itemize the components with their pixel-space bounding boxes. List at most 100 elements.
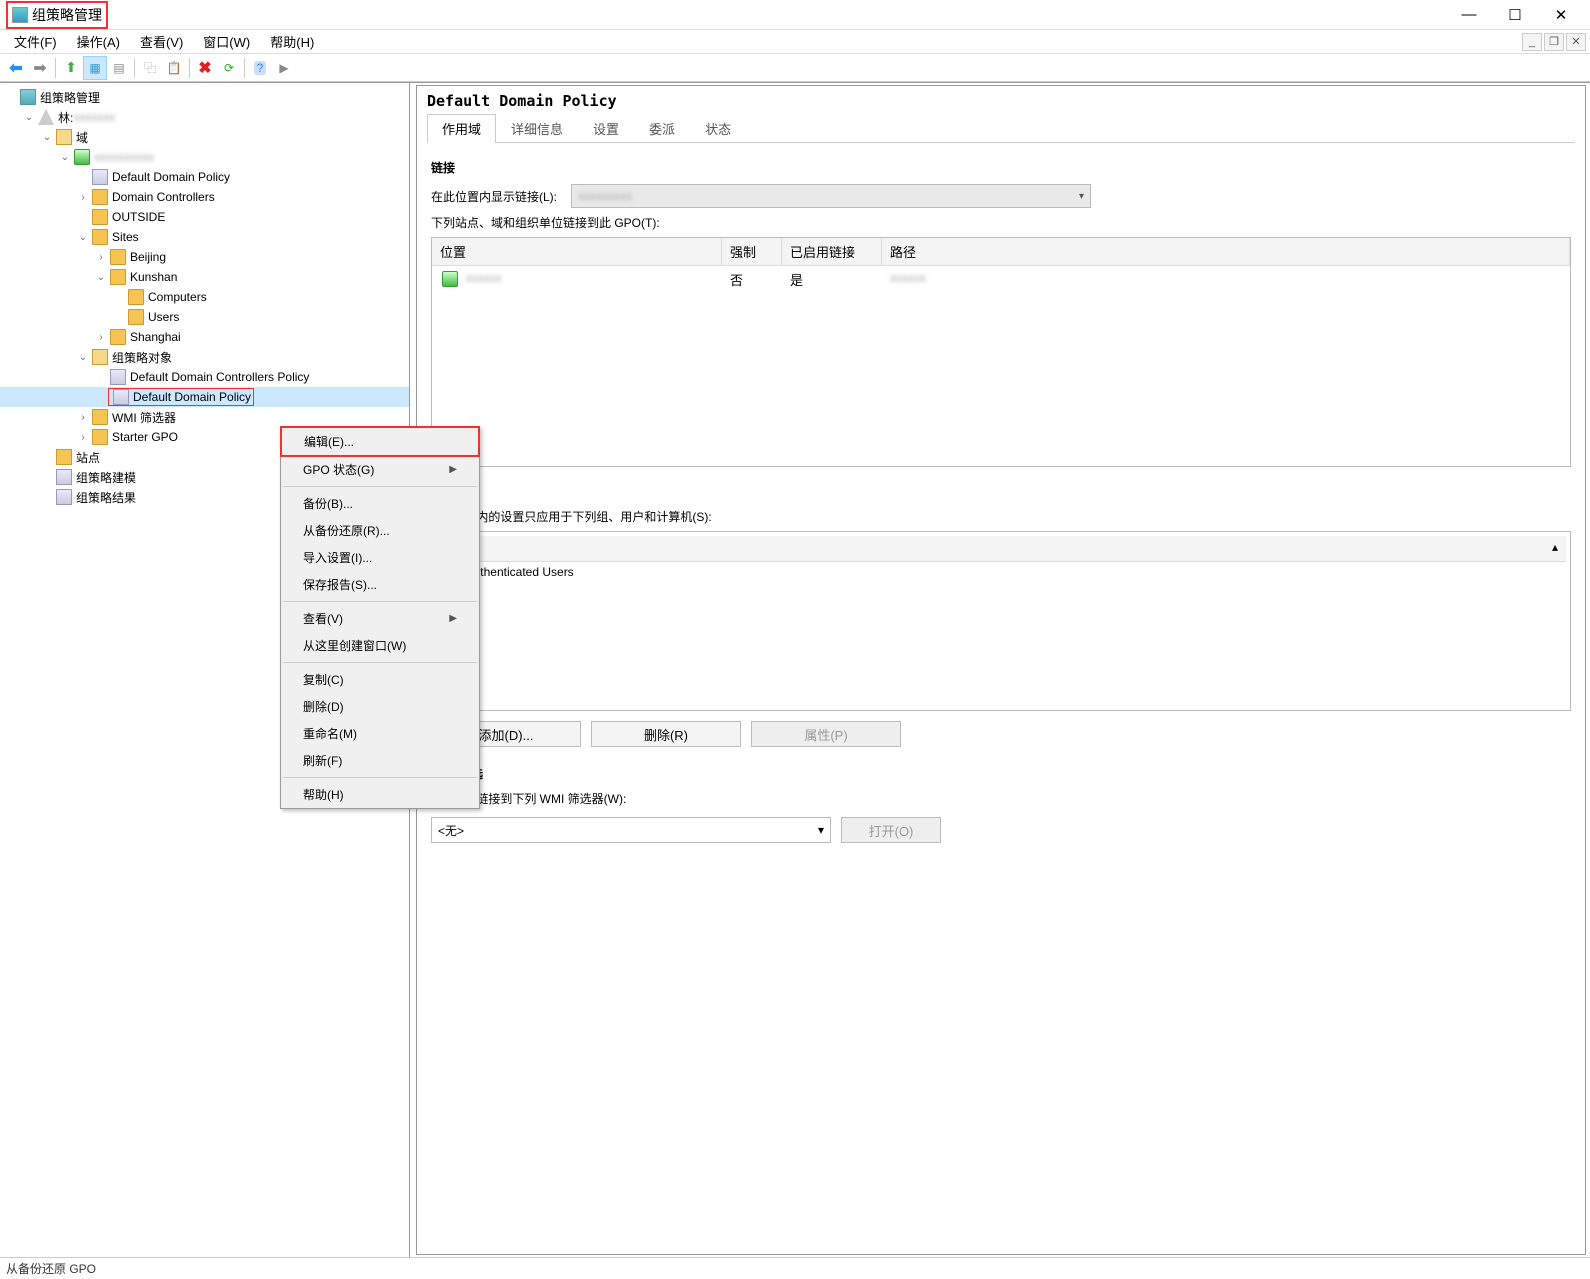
expander-icon[interactable]: › [76,412,90,423]
wmi-combo[interactable]: <无> ▾ [431,817,831,843]
close-button[interactable]: ✕ [1538,1,1584,29]
menu-help[interactable]: 帮助(H) [260,29,324,54]
tab-scope[interactable]: 作用域 [427,114,496,143]
expander-icon[interactable]: ⌄ [58,152,72,163]
tree-ddcp[interactable]: Default Domain Controllers Policy [0,367,409,387]
tab-status[interactable]: 状态 [690,114,746,142]
console-icon [20,89,36,105]
tree-label: Computers [148,290,207,304]
tree-kunshan[interactable]: ⌄Kunshan [0,267,409,287]
ctx-rename[interactable]: 重命名(M) [281,720,479,747]
copy-icon: ⿻ [144,59,156,76]
script-button[interactable]: ▶ [272,56,296,80]
tree-outside[interactable]: OUTSIDE [0,207,409,227]
ctx-import[interactable]: 导入设置(I)... [281,544,479,571]
ctx-edit[interactable]: 编辑(E)... [282,428,478,455]
forward-button[interactable]: ➡ [28,56,52,80]
menu-file[interactable]: 文件(F) [4,29,67,54]
col-enabled[interactable]: 已启用链接 [782,238,882,265]
help-icon: ? [254,61,267,75]
ctx-new-window[interactable]: 从这里创建窗口(W) [281,632,479,659]
tree-wmi[interactable]: ›WMI 筛选器 [0,407,409,427]
tab-details[interactable]: 详细信息 [496,114,578,142]
tree-dc[interactable]: ›Domain Controllers [0,187,409,207]
tree-gpo-container[interactable]: ⌄组策略对象 [0,347,409,367]
tab-delegation[interactable]: 委派 [634,114,690,142]
back-button[interactable]: ⬅ [4,56,28,80]
properties-button[interactable]: ▦ [83,56,107,80]
security-filter-list[interactable]: 名称 ▴ 👥 Authenticated Users [431,531,1571,711]
col-location[interactable]: 位置 [432,238,722,265]
toolbar-separator [134,58,135,78]
copy-button[interactable]: ⿻ [138,56,162,80]
ctx-restore[interactable]: 从备份还原(R)... [281,517,479,544]
tree-domain[interactable]: ⌄xxxxxxxxxx [0,147,409,167]
menu-view[interactable]: 查看(V) [130,29,193,54]
remove-button[interactable]: 删除(R) [591,721,741,747]
menu-window[interactable]: 窗口(W) [193,29,260,54]
menu-action[interactable]: 操作(A) [67,29,130,54]
help-button[interactable]: ? [248,56,272,80]
maximize-button[interactable]: ☐ [1492,1,1538,29]
ctx-label: 保存报告(S)... [303,576,377,593]
tree-ddp-selected[interactable]: Default Domain Policy [0,387,409,407]
toolbar-separator [55,58,56,78]
paste-button[interactable]: 📋 [162,56,186,80]
tree-sites[interactable]: ⌄Sites [0,227,409,247]
expander-icon[interactable]: › [94,332,108,343]
minimize-button[interactable]: — [1446,1,1492,29]
refresh-button[interactable]: ⟳ [217,56,241,80]
context-menu: 编辑(E)... GPO 状态(G)▶ 备份(B)... 从备份还原(R)...… [280,426,480,809]
expander-icon[interactable]: ⌄ [94,272,108,283]
mdi-minimize[interactable]: _ [1522,33,1542,51]
ctx-view[interactable]: 查看(V)▶ [281,605,479,632]
expander-icon[interactable]: ⌄ [76,352,90,363]
expander-icon[interactable]: › [94,252,108,263]
ctx-backup[interactable]: 备份(B)... [281,490,479,517]
expander-icon[interactable]: ⌄ [22,112,36,123]
ctx-refresh[interactable]: 刷新(F) [281,747,479,774]
expander-icon[interactable]: › [76,432,90,443]
up-button[interactable]: ⬆ [59,56,83,80]
ctx-label: 查看(V) [303,610,343,627]
tab-settings[interactable]: 设置 [578,114,634,142]
table-row[interactable]: xxxxxx 否 是 xxxxxx [432,266,1570,293]
ctx-label: GPO 状态(G) [303,461,374,478]
ctx-gpo-status[interactable]: GPO 状态(G)▶ [281,456,479,483]
ctx-save-report[interactable]: 保存报告(S)... [281,571,479,598]
sites-icon [56,449,72,465]
app-icon [12,7,28,23]
filter-item[interactable]: 👥 Authenticated Users [436,562,1566,582]
mdi-controls: _ ❐ ✕ [1522,33,1586,51]
links-table[interactable]: 位置 强制 已启用链接 路径 xxxxxx 否 是 xxxxxx [431,237,1571,467]
tree-domains[interactable]: ⌄域 [0,127,409,147]
forest-icon [38,109,54,125]
mdi-restore[interactable]: ❐ [1544,33,1564,51]
title-highlight: 组策略管理 [6,1,108,29]
tree-forest[interactable]: ⌄林:xxxxxxx [0,107,409,127]
expander-icon[interactable]: › [76,192,90,203]
col-path[interactable]: 路径 [882,238,1570,265]
expander-icon[interactable]: ⌄ [40,132,54,143]
tree-root[interactable]: 组策略管理 [0,87,409,107]
ctx-help[interactable]: 帮助(H) [281,781,479,808]
ctx-label: 编辑(E)... [304,433,354,450]
tree-ddp-link[interactable]: Default Domain Policy [0,167,409,187]
mdi-close[interactable]: ✕ [1566,33,1586,51]
tree-beijing[interactable]: ›Beijing [0,247,409,267]
show-hide-button[interactable]: ▤ [107,56,131,80]
ctx-copy[interactable]: 复制(C) [281,666,479,693]
link-location-combo[interactable]: xxxxxxxxx ▾ [571,184,1091,208]
col-enforced[interactable]: 强制 [722,238,782,265]
filter-header: 名称 ▴ [436,536,1566,562]
link-location-row: 在此位置内显示链接(L): xxxxxxxxx ▾ [431,184,1571,208]
tree-users[interactable]: Users [0,307,409,327]
ctx-highlight: 编辑(E)... [280,426,480,457]
expander-icon[interactable]: ⌄ [76,232,90,243]
ctx-delete[interactable]: 删除(D) [281,693,479,720]
filter-label: 此 GPO 内的设置只应用于下列组、用户和计算机(S): [431,508,1571,525]
tree-shanghai[interactable]: ›Shanghai [0,327,409,347]
tree-computers[interactable]: Computers [0,287,409,307]
toolbar: ⬅ ➡ ⬆ ▦ ▤ ⿻ 📋 ✖ ⟳ ? ▶ [0,54,1590,82]
delete-button[interactable]: ✖ [193,56,217,80]
